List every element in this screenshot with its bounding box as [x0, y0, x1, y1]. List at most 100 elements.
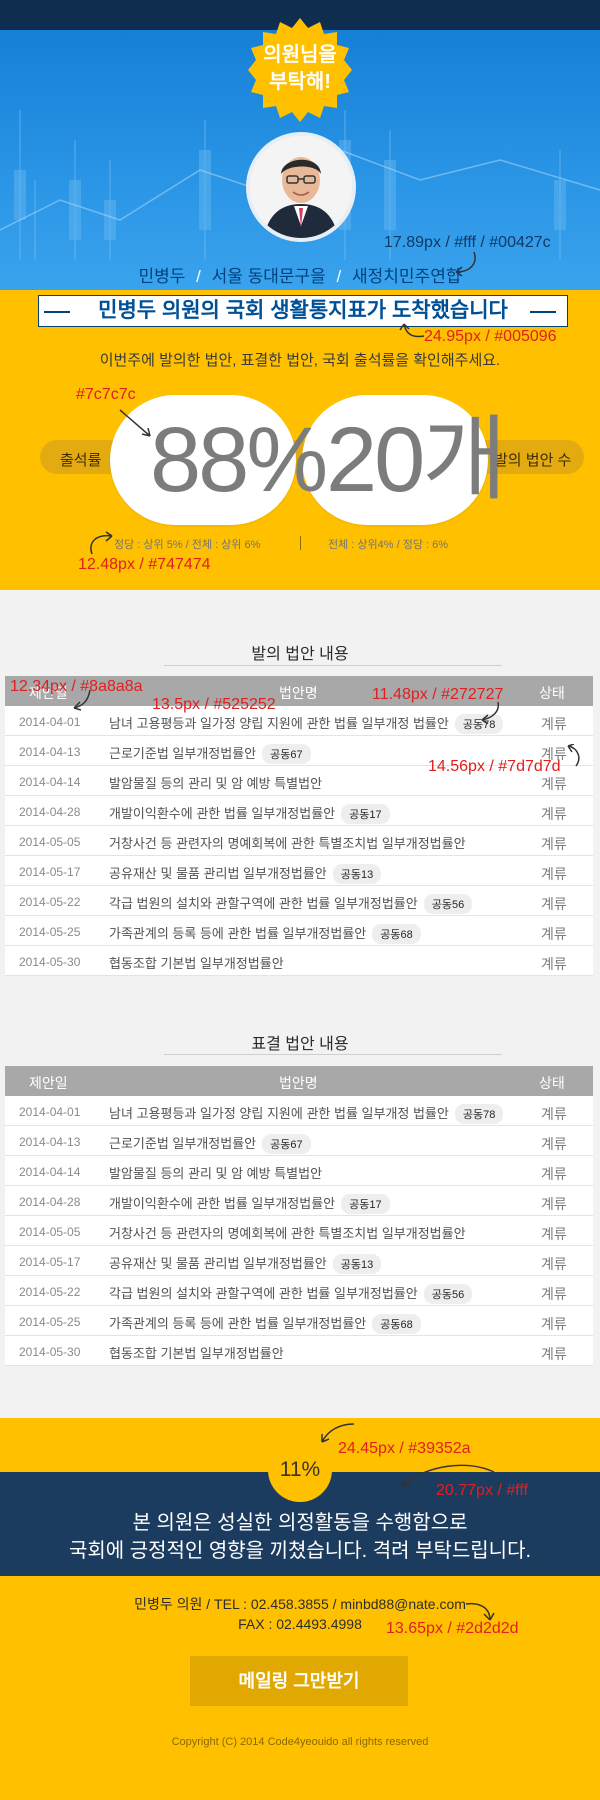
cosponsor-tag: 공동67 — [262, 744, 311, 764]
row-status: 계류 — [541, 1196, 567, 1212]
member-info: 민병두 / 서울 동대문구을 / 새정치민주연합 — [0, 262, 600, 287]
row-status: 계류 — [541, 806, 567, 822]
arrow-icon — [321, 1423, 355, 1443]
arrow-icon — [399, 323, 425, 338]
copyright: Copyright (C) 2014 Code4yeouido all righ… — [171, 1736, 429, 1748]
row-bill: 거창사건 등 관련자의 명예회복에 관한 특별조치법 일부개정법률안 — [109, 1223, 466, 1242]
table-row: 2014-05-30 협동조합 기본법 일부개정법률안 계류 — [5, 1336, 593, 1366]
row-status: 계류 — [541, 1166, 567, 1182]
proposed-section-title: 발의 법안 내용 — [251, 646, 349, 663]
stats-divider — [300, 536, 301, 550]
table-row: 2014-05-30 협동조합 기본법 일부개정법률안 계류 — [5, 946, 593, 976]
headline: 민병두 의원의 국회 생활통지표가 도착했습니다 — [38, 295, 568, 327]
row-date: 2014-05-05 — [19, 835, 81, 849]
row-bill: 발암물질 등의 관리 및 암 예방 특별법안 — [109, 773, 322, 792]
row-date: 2014-04-13 — [19, 1135, 81, 1149]
arrow-icon — [119, 409, 151, 437]
attendance-note: 정당 : 상위 5% / 전체 : 상위 6% — [114, 539, 261, 551]
arrow-icon — [90, 531, 113, 555]
row-bill-title: 개발이익환수에 관한 법률 일부개정법률안 — [109, 1196, 336, 1211]
row-bill: 발암물질 등의 관리 및 암 예방 특별법안 — [109, 1163, 322, 1182]
headline-dash-left — [44, 311, 70, 313]
cosponsor-tag: 공동68 — [372, 924, 421, 944]
header-status: 상태 — [539, 1075, 565, 1091]
row-bill: 협동조합 기본법 일부개정법률안 — [109, 1343, 284, 1362]
row-bill-title: 남녀 고용평등과 일가정 양립 지원에 관한 법률 일부개정 법률안 — [109, 716, 449, 731]
annotation-status: 14.56px / #7d7d7d — [428, 758, 561, 775]
arrow-icon — [401, 1464, 495, 1487]
row-bill-title: 가족관계의 등록 등에 관한 법률 일부개정법률안 — [109, 1316, 367, 1331]
cosponsor-tag: 공동56 — [423, 894, 473, 914]
attendance-label: 출석률 — [60, 452, 102, 469]
table-row: 2014-05-22 각급 법원의 설치와 관할구역에 관한 법률 일부개정법률안… — [5, 886, 593, 916]
row-status: 계류 — [541, 896, 567, 912]
header-status: 상태 — [539, 685, 565, 701]
row-date: 2014-05-25 — [19, 925, 81, 939]
row-status: 계류 — [541, 1226, 567, 1242]
row-date: 2014-05-05 — [19, 1225, 81, 1239]
badge: 의원님을 부탁해! — [248, 18, 352, 122]
table-row: 2014-05-25 가족관계의 등록 등에 관한 법률 일부개정법률안 공동68 계… — [5, 916, 593, 946]
table-row: 2014-04-13 근로기준법 일부개정법률안 공동67 계류 — [5, 1126, 593, 1156]
table-row: 2014-04-28 개발이익환수에 관한 법률 일부개정법률안 공동17 계류 — [5, 1186, 593, 1216]
arrow-icon — [481, 701, 500, 724]
separator: / — [336, 267, 342, 286]
row-bill-title: 발암물질 등의 관리 및 암 예방 특별법안 — [109, 1166, 323, 1181]
avatar — [246, 132, 356, 242]
row-bill-title: 거창사건 등 관련자의 명예회복에 관한 특별조치법 일부개정법률안 — [109, 1226, 466, 1241]
row-bill-title: 개발이익환수에 관한 법률 일부개정법률안 — [109, 806, 336, 821]
row-bill: 협동조합 기본법 일부개정법률안 — [109, 953, 284, 972]
row-bill-title: 협동조합 기본법 일부개정법률안 — [109, 956, 284, 971]
row-date: 2014-05-22 — [19, 895, 81, 909]
badge-text: 의원님을 부탁해! — [248, 42, 352, 96]
footer-message-line1: 본 의원은 성실한 의정활동을 수행함으로 — [132, 1512, 468, 1534]
annotation-bill: 13.5px / #525252 — [152, 696, 276, 713]
proposed-bills-table: 제안일 법안명 상태 2014-04-01 남녀 고용평등과 일가정 양립 지원에… — [5, 676, 593, 976]
row-bill-title: 각급 법원의 설치와 관할구역에 관한 법률 일부개정법률안 — [109, 1286, 418, 1301]
annotation-stat-color: #7c7c7c — [76, 386, 136, 403]
row-status: 계류 — [541, 1316, 567, 1332]
row-bill: 근로기준법 일부개정법률안 공동67 — [109, 1133, 311, 1154]
header-bill: 법안명 — [279, 685, 318, 701]
row-date: 2014-04-01 — [19, 715, 81, 729]
row-status: 계류 — [541, 956, 567, 972]
row-bill: 각급 법원의 설치와 관할구역에 관한 법률 일부개정법률안 공동56 — [109, 1283, 473, 1304]
section-rule — [164, 1054, 502, 1055]
bills-count-value: 20개 — [326, 409, 507, 511]
headline-dash-right — [530, 311, 556, 313]
row-bill-title: 각급 법원의 설치와 관할구역에 관한 법률 일부개정법률안 — [109, 896, 418, 911]
cosponsor-tag: 공동13 — [332, 1254, 382, 1274]
unsubscribe-button[interactable]: 메일링 그만받기 — [190, 1656, 408, 1706]
section-rule — [164, 665, 502, 666]
row-bill: 거창사건 등 관련자의 명예회복에 관한 특별조치법 일부개정법률안 — [109, 833, 466, 852]
subline: 이번주에 발의한 법안, 표결한 법안, 국회 출석률을 확인해주세요. — [99, 352, 501, 369]
attendance-value: 88% — [150, 409, 328, 511]
table-row: 2014-05-17 공유재산 및 물품 관리법 일부개정법률안 공동13 계류 — [5, 1246, 593, 1276]
arrow-icon — [73, 689, 91, 711]
member-party: 새정치민주연합 — [352, 267, 462, 286]
row-status: 계류 — [541, 926, 567, 942]
table-header: 제안일 법안명 상태 — [5, 1066, 593, 1096]
row-date: 2014-05-17 — [19, 865, 81, 879]
row-bill: 공유재산 및 물품 관리법 일부개정법률안 공동13 — [109, 863, 382, 884]
bills-count-label: 발의 법안 수 — [494, 452, 572, 469]
table-row: 2014-05-17 공유재산 및 물품 관리법 일부개정법률안 공동13 계류 — [5, 856, 593, 886]
row-status: 계류 — [541, 1256, 567, 1272]
header-date: 제안일 — [29, 1075, 68, 1091]
cosponsor-tag: 공동56 — [423, 1284, 473, 1304]
table-row: 2014-05-05 거창사건 등 관련자의 명예회복에 관한 특별조치법 일부개… — [5, 826, 593, 856]
row-date: 2014-04-13 — [19, 745, 81, 759]
row-status: 계류 — [541, 1136, 567, 1152]
cosponsor-tag: 공동17 — [341, 804, 390, 824]
badge-line-1: 의원님을 — [263, 44, 337, 66]
table-row: 2014-05-05 거창사건 등 관련자의 명예회복에 관한 특별조치법 일부개… — [5, 1216, 593, 1246]
row-bill-title: 공유재산 및 물품 관리법 일부개정법률안 — [109, 1256, 327, 1271]
contact-line1: 민병두 의원 / TEL : 02.458.3855 / minbd88@nat… — [134, 1596, 466, 1612]
cosponsor-tag: 공동17 — [341, 1194, 390, 1214]
row-status: 계류 — [541, 776, 567, 792]
cosponsor-tag: 공동13 — [332, 864, 382, 884]
row-date: 2014-04-01 — [19, 1105, 81, 1119]
table-row: 2014-04-14 발암물질 등의 관리 및 암 예방 특별법안 계류 — [5, 1156, 593, 1186]
row-date: 2014-04-14 — [19, 775, 81, 789]
table-row: 2014-04-01 남녀 고용평등과 일가정 양립 지원에 관한 법률 일부개정… — [5, 1096, 593, 1126]
